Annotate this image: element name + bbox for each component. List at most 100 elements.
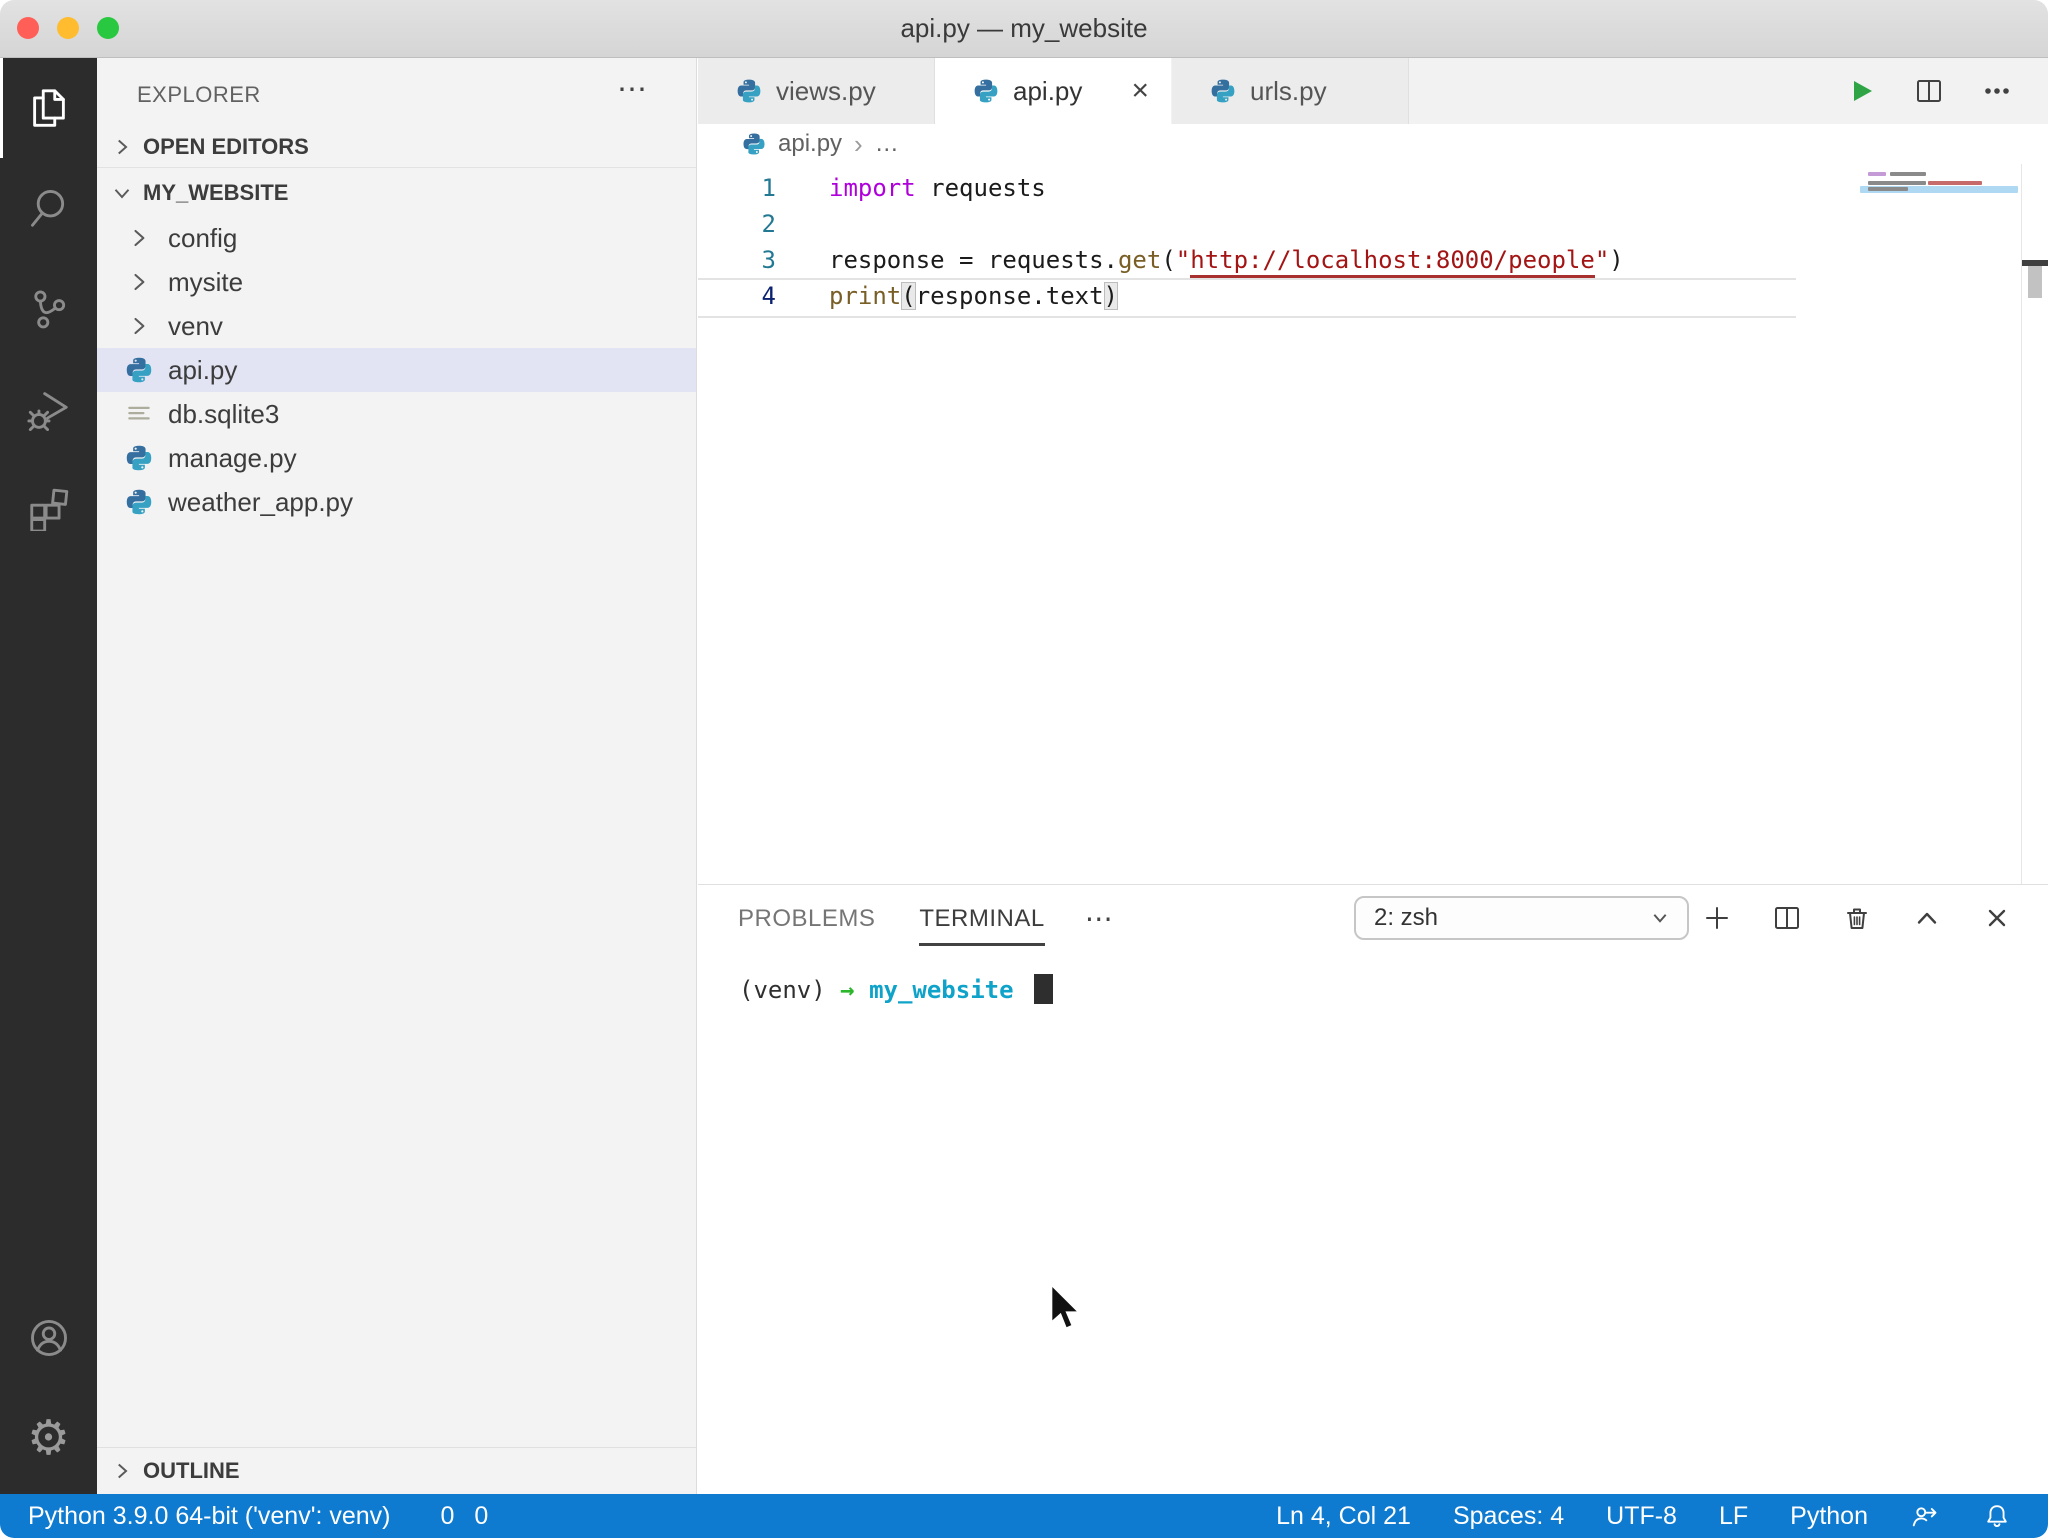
tree-item-db.sqlite3[interactable]: db.sqlite3	[97, 392, 696, 436]
panel-tab-problems[interactable]: PROBLEMS	[738, 891, 875, 946]
panel-tab-terminal[interactable]: TERMINAL	[919, 891, 1045, 946]
extensions-icon	[26, 485, 72, 531]
activity-bar-item-source-control[interactable]	[0, 258, 97, 358]
token-plain: )	[1609, 246, 1624, 274]
activity-bar-item-explorer[interactable]	[0, 58, 97, 158]
token-function: print	[829, 282, 902, 310]
status-item-ln-4-col-21[interactable]: Ln 4, Col 21	[1276, 1502, 1411, 1531]
tree-item-label: mysite	[168, 266, 244, 297]
minimap[interactable]	[1860, 164, 2022, 464]
tree-item-label: manage.py	[168, 442, 297, 473]
editor-tab-urls.py[interactable]: urls.py	[1172, 58, 1409, 124]
tree-item-weather_app.py[interactable]: weather_app.py	[97, 480, 696, 524]
python-icon	[742, 132, 766, 156]
token-function: get	[1117, 246, 1162, 274]
chevron-right-icon	[118, 139, 128, 154]
python-icon	[124, 355, 154, 385]
activity-bar-item-run-debug[interactable]	[0, 358, 97, 458]
activity-bar-top	[0, 58, 97, 558]
breadcrumb-file[interactable]: api.py	[778, 130, 842, 158]
source-control-icon	[26, 285, 72, 331]
tree-item-mysite[interactable]: mysite	[97, 260, 696, 304]
terminal[interactable]: (venv) → my_website	[739, 973, 2048, 1007]
status-item-spaces-4[interactable]: Spaces: 4	[1453, 1502, 1564, 1531]
code-editor[interactable]: 1 import requests 2 3 response = requests.ge…	[698, 164, 2048, 884]
tree-item-label: db.sqlite3	[168, 398, 280, 429]
more-actions-icon[interactable]	[1980, 74, 2014, 108]
tree-item-api.py[interactable]: api.py	[97, 348, 696, 392]
explorer-sidebar: EXPLORER ⋯ OPEN EDITORS MY_WEBSITE confi…	[97, 58, 697, 1494]
activity-bar-item-settings[interactable]: ⚙	[0, 1388, 97, 1488]
scrollbar-handle[interactable]	[2028, 266, 2042, 298]
close-tab-button[interactable]: ×	[1131, 76, 1149, 106]
code-line-3[interactable]: 3 response = requests.get("http://localho…	[698, 242, 1860, 278]
search-icon	[26, 185, 72, 231]
line-text: response = requests.get("http://localhos…	[829, 242, 1624, 278]
tree-item-config[interactable]: config	[97, 216, 696, 260]
maximize-panel-icon[interactable]	[1910, 901, 1944, 935]
sidebar-title: EXPLORER	[137, 82, 261, 107]
editor-tab-views.py[interactable]: views.py	[698, 58, 935, 124]
line-number: 3	[761, 246, 776, 274]
activity-bar-item-extensions[interactable]	[0, 458, 97, 558]
warning-count: 0	[474, 1501, 489, 1530]
close-panel-icon[interactable]	[1980, 901, 2014, 935]
tree-item-label: weather_app.py	[168, 486, 354, 517]
kill-terminal-icon[interactable]	[1840, 901, 1874, 935]
bell-icon[interactable]	[1982, 1501, 2012, 1531]
status-bar: Python 3.9.0 64-bit ('venv': venv) 0 0 L…	[0, 1494, 2048, 1538]
activity-bar-item-search[interactable]	[0, 158, 97, 258]
activity-bar-item-account[interactable]	[0, 1288, 97, 1388]
token-plain: response.text	[915, 282, 1104, 310]
python-interpreter-status[interactable]: Python 3.9.0 64-bit ('venv': venv)	[28, 1502, 391, 1531]
open-editors-section[interactable]: OPEN EDITORS	[97, 126, 696, 168]
split-terminal-icon[interactable]	[1770, 901, 1804, 935]
tree-item-venv[interactable]: venv	[97, 304, 696, 348]
feedback-icon[interactable]	[1910, 1501, 1940, 1531]
editor-scrollbar[interactable]	[2021, 164, 2048, 884]
chevron-down-icon	[1647, 905, 1673, 931]
editor-tab-api.py[interactable]: api.py ×	[935, 58, 1172, 124]
terminal-shell-select[interactable]: 2: zsh	[1354, 896, 1689, 940]
status-item-lf[interactable]: LF	[1719, 1502, 1748, 1531]
line-number: 1	[761, 174, 776, 202]
code-line-1[interactable]: 1 import requests	[698, 170, 1860, 206]
outline-section[interactable]: OUTLINE	[97, 1447, 696, 1494]
token-plain: (	[1161, 246, 1176, 274]
split-editor-icon[interactable]	[1912, 74, 1946, 108]
chevron-right-icon	[124, 311, 154, 341]
tab-label: urls.py	[1250, 75, 1327, 106]
chevron-right-icon	[124, 267, 154, 297]
minimap-line	[1928, 181, 1982, 185]
minimap-line	[1868, 187, 1908, 191]
panel-more-actions-button[interactable]: ⋯	[1085, 902, 1116, 935]
vscode-window: api.py — my_website ⚙ EXPLORER ⋯ OPEN ED…	[0, 0, 2048, 1538]
status-item-utf-8[interactable]: UTF-8	[1606, 1502, 1677, 1531]
sidebar-header: EXPLORER ⋯	[97, 58, 696, 126]
new-terminal-icon[interactable]	[1700, 901, 1734, 935]
python-icon	[1210, 78, 1236, 104]
problems-status[interactable]: 0 0	[431, 1502, 489, 1531]
chevron-down-icon	[114, 189, 130, 199]
editor-actions	[1844, 58, 2048, 124]
terminal-shell-value: 2: zsh	[1374, 904, 1439, 931]
sidebar-more-actions-button[interactable]: ⋯	[617, 72, 650, 107]
code-line-4[interactable]: 4 print(response.text)	[698, 278, 1860, 314]
minimap-line	[1868, 172, 1886, 176]
tree-item-manage.py[interactable]: manage.py	[97, 436, 696, 480]
tree-item-label: config	[168, 222, 238, 253]
run-icon[interactable]	[1844, 74, 1878, 108]
status-item-python[interactable]: Python	[1790, 1502, 1868, 1531]
status-bar-left: Python 3.9.0 64-bit ('venv': venv) 0 0	[0, 1502, 488, 1531]
window-title: api.py — my_website	[900, 13, 1148, 43]
terminal-cwd: my_website	[869, 976, 1014, 1004]
editor-tabs-bar: views.py api.py × urls.py	[698, 58, 2048, 124]
breadcrumb[interactable]: api.py › …	[698, 124, 2048, 164]
workspace-section[interactable]: MY_WEBSITE	[97, 170, 696, 216]
panel-header: PROBLEMS TERMINAL ⋯ 2: zsh	[698, 885, 2048, 951]
python-icon	[736, 78, 762, 104]
breadcrumb-tail[interactable]: …	[875, 130, 899, 158]
token-bracket-match: )	[1103, 282, 1118, 310]
python-icon	[973, 78, 999, 104]
code-line-2[interactable]: 2	[698, 206, 1860, 242]
